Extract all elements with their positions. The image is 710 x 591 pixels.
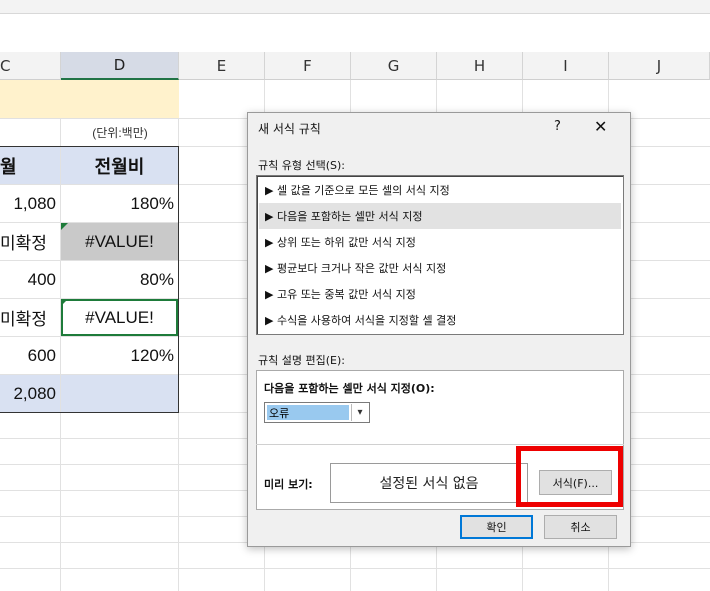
dialog-title: 새 서식 규칙 (258, 122, 321, 136)
dropdown-value: 오류 (267, 405, 349, 420)
rule-type-label: 규칙 유형 선택(S): (258, 159, 345, 172)
rule-type-item[interactable]: ▶ 상위 또는 하위 값만 서식 지정 (259, 229, 621, 255)
error-indicator-icon (61, 299, 68, 306)
gridline (0, 568, 710, 569)
rule-type-item-selected[interactable]: ▶ 다음을 포함하는 셀만 서식 지정 (259, 203, 621, 229)
column-header-d[interactable]: D (61, 52, 179, 80)
column-header-i[interactable]: I (523, 52, 609, 80)
close-icon[interactable]: ✕ (594, 117, 607, 136)
cell-d[interactable]: 120% (61, 337, 178, 374)
total-cell-c[interactable]: 2,080 (0, 375, 60, 412)
formula-bar-area (0, 14, 710, 52)
divider (256, 444, 624, 445)
format-only-label: 다음을 포함하는 셀만 서식 지정(O): (264, 382, 435, 395)
cell-c[interactable]: 400 (0, 261, 60, 298)
column-header-f[interactable]: F (265, 52, 351, 80)
ok-button[interactable]: 확인 (460, 515, 533, 539)
cell-c[interactable]: 600 (0, 337, 60, 374)
column-header-h[interactable]: H (437, 52, 523, 80)
header-cell-d[interactable]: 전월비 (61, 147, 178, 184)
cell-condition-dropdown[interactable]: 오류 ▾ (264, 402, 370, 423)
cell-d[interactable]: 80% (61, 261, 178, 298)
cell-c[interactable]: 1,080 (0, 185, 60, 222)
rule-description-label: 규칙 설명 편집(E): (258, 354, 345, 367)
cell-c[interactable]: 미확정 (0, 299, 60, 336)
unit-note[interactable]: (단위:백만) (61, 119, 179, 145)
help-icon[interactable]: ? (554, 119, 561, 134)
column-header-j[interactable]: J (609, 52, 710, 80)
active-cell-d[interactable]: #VALUE! (61, 299, 178, 336)
cancel-button[interactable]: 취소 (544, 515, 617, 539)
column-header-g[interactable]: G (351, 52, 437, 80)
rule-type-list[interactable]: ▶ 셀 값을 기준으로 모든 셀의 서식 지정 ▶ 다음을 포함하는 셀만 서식… (256, 175, 624, 335)
rule-type-item[interactable]: ▶ 평균보다 크거나 작은 값만 서식 지정 (259, 255, 621, 281)
preview-label: 미리 보기: (264, 478, 313, 491)
rule-type-item[interactable]: ▶ 셀 값을 기준으로 모든 셀의 서식 지정 (259, 177, 621, 203)
cell-d-error[interactable]: #VALUE! (61, 223, 178, 260)
ribbon-edge (0, 0, 710, 14)
rule-type-item[interactable]: ▶ 고유 또는 중복 값만 서식 지정 (259, 281, 621, 307)
cell-c[interactable]: 미확정 (0, 223, 60, 260)
header-cell-c[interactable]: 월 (0, 147, 60, 184)
title-band-cell[interactable] (0, 80, 179, 118)
highlight-box (516, 446, 623, 507)
format-preview: 설정된 서식 없음 (330, 463, 528, 503)
rule-type-item[interactable]: ▶ 수식을 사용하여 서식을 지정할 셀 결정 (259, 307, 621, 333)
cell-d[interactable]: 180% (61, 185, 178, 222)
column-header-e[interactable]: E (179, 52, 265, 80)
column-header-c[interactable]: C (0, 52, 61, 80)
total-cell-d[interactable] (61, 375, 178, 412)
chevron-down-icon[interactable]: ▾ (351, 404, 368, 421)
error-indicator-icon (61, 223, 68, 230)
